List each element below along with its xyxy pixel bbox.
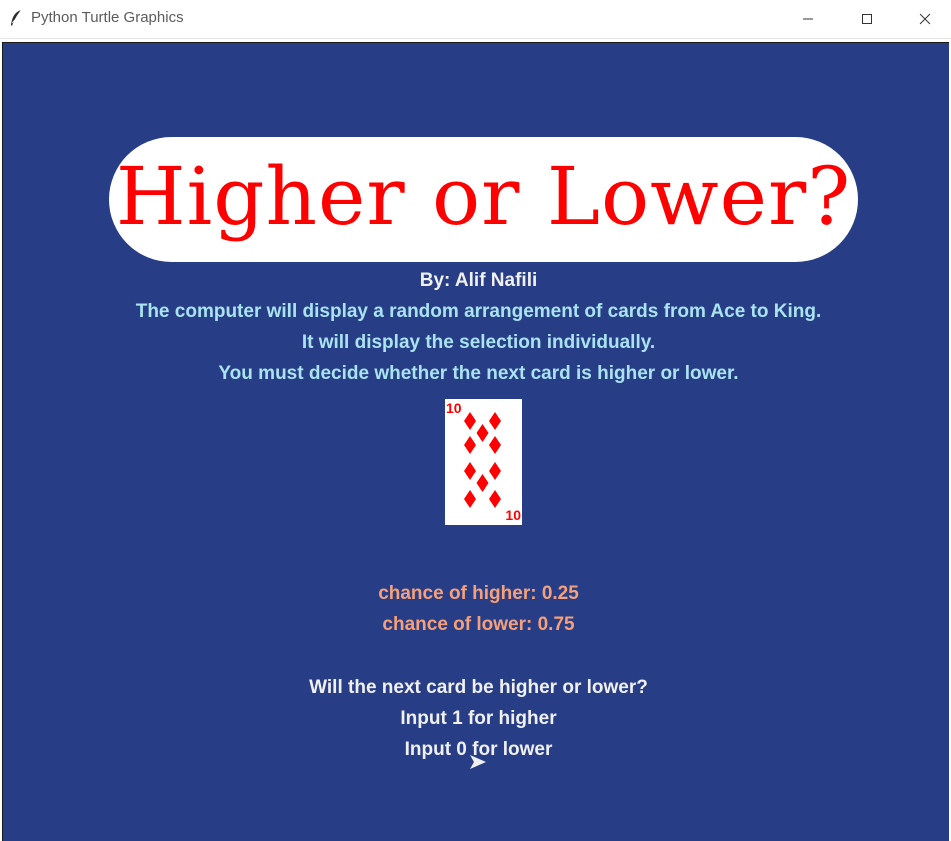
canvas-area: Higher or Lower? By: Alif Nafili The com…	[2, 42, 949, 841]
intro-line-3: You must decide whether the next card is…	[218, 363, 739, 384]
prompt-question: Will the next card be higher or lower?	[309, 677, 648, 698]
minimize-icon	[803, 18, 813, 20]
title-banner: Higher or Lower?	[109, 137, 858, 262]
close-icon	[919, 13, 931, 25]
intro-line-2: It will display the selection individual…	[301, 332, 656, 353]
title-bar[interactable]: Python Turtle Graphics	[0, 0, 951, 39]
card-rank-top: 10	[446, 400, 462, 416]
feather-icon	[11, 9, 22, 26]
chance-higher: chance of higher: 0.25	[378, 583, 579, 604]
intro-line-1: The computer will display a random arran…	[135, 301, 822, 322]
card-rank-bottom: 10	[505, 507, 521, 523]
maximize-icon	[862, 14, 872, 24]
game-title: Higher or Lower?	[115, 150, 852, 243]
close-button[interactable]	[896, 0, 951, 38]
turtle-arrow-icon	[470, 755, 486, 769]
prompt-higher-option: Input 1 for higher	[400, 708, 557, 729]
playing-card: 10 10	[445, 399, 522, 525]
maximize-button[interactable]	[838, 0, 896, 38]
window-title: Python Turtle Graphics	[31, 9, 184, 26]
turtle-window: Python Turtle Graphics Higher or Lower? …	[0, 0, 951, 841]
chance-lower: chance of lower: 0.75	[382, 614, 575, 635]
turtle-canvas[interactable]: Higher or Lower? By: Alif Nafili The com…	[0, 39, 951, 841]
author-credit: By: Alif Nafili	[419, 270, 538, 291]
minimize-button[interactable]	[779, 0, 837, 38]
